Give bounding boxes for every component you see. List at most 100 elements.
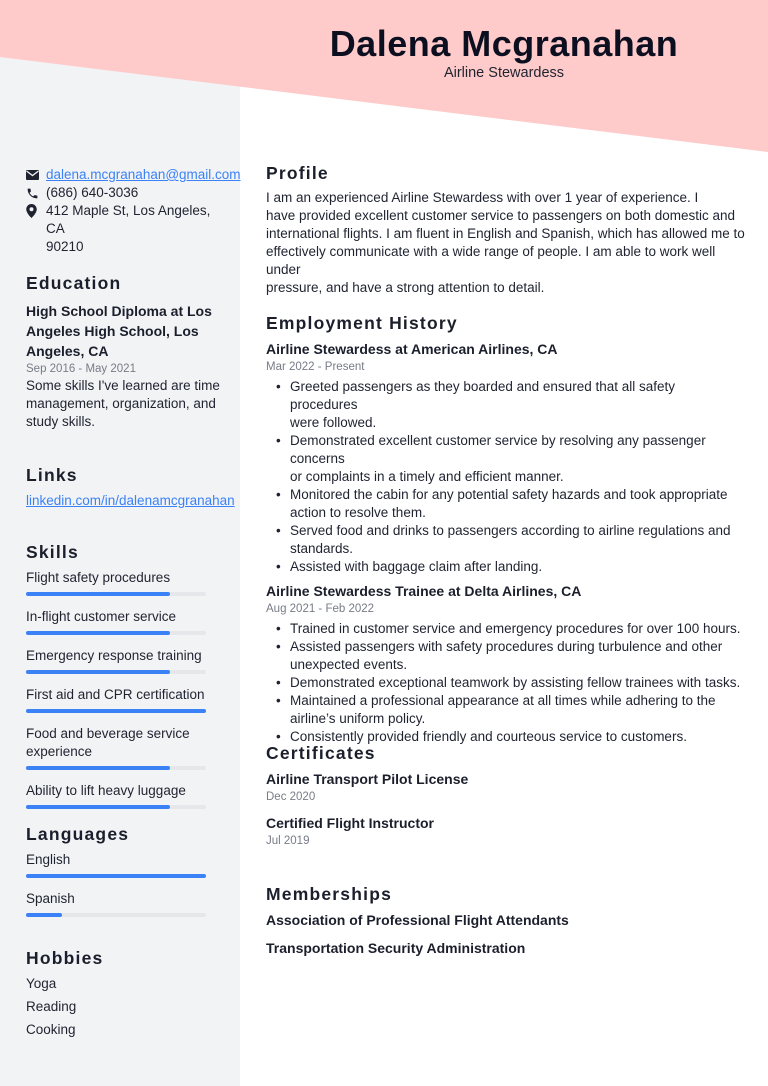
phone-number: (686) 640-3036 bbox=[46, 185, 139, 200]
profile-line: effectively communicate with a wide rang… bbox=[266, 244, 716, 277]
language-item: Spanish bbox=[26, 890, 232, 917]
job-bullet: Trained in customer service and emergenc… bbox=[266, 620, 746, 638]
skill-bar-fill bbox=[26, 805, 170, 809]
skill-label: First aid and CPR certification bbox=[26, 687, 205, 702]
skill-item: First aid and CPR certification bbox=[26, 686, 232, 713]
profile-summary: I am an experienced Airline Stewardess w… bbox=[266, 189, 746, 297]
profile-line: have provided excellent customer service… bbox=[266, 208, 736, 223]
hobby-item: Yoga bbox=[26, 976, 57, 991]
phone-icon bbox=[26, 184, 46, 202]
contact-phone: (686) 640-3036 bbox=[26, 184, 232, 202]
education-description: management, organization, and bbox=[26, 396, 216, 411]
skill-bar-fill bbox=[26, 631, 170, 635]
education-dates: Sep 2016 - May 2021 bbox=[26, 363, 136, 375]
hobbies-section: Hobbies Yoga Reading Cooking bbox=[26, 947, 232, 1041]
skill-label: In-flight customer service bbox=[26, 609, 177, 624]
language-bar-fill bbox=[26, 874, 206, 878]
hobbies-heading: Hobbies bbox=[26, 948, 104, 968]
skills-section: Skills Flight safety procedures In-fligh… bbox=[26, 541, 232, 821]
job-entry-dates: Aug 2021 - Feb 2022 bbox=[266, 603, 375, 615]
address-line-2: 90210 bbox=[46, 239, 84, 254]
education-section: Education High School Diploma at Los Ang… bbox=[26, 272, 232, 431]
skills-heading: Skills bbox=[26, 542, 79, 562]
profile-section: Profile I am an experienced Airline Stew… bbox=[266, 162, 746, 297]
certificate-title: Airline Transport Pilot License bbox=[266, 771, 469, 787]
job-bullet: Served food and drinks to passengers acc… bbox=[266, 522, 746, 558]
language-item: English bbox=[26, 851, 232, 878]
certificates-section: Certificates Airline Transport Pilot Lic… bbox=[266, 742, 746, 857]
profile-line: pressure, and have a strong attention to… bbox=[266, 280, 545, 295]
language-label: Spanish bbox=[26, 891, 75, 906]
education-description: study skills. bbox=[26, 414, 96, 429]
skill-label: Emergency response training bbox=[26, 648, 202, 663]
education-heading: Education bbox=[26, 273, 122, 293]
education-item: High School Diploma at Los Angeles High … bbox=[26, 301, 232, 431]
links-section: Links linkedin.com/in/dalenamcgranahan bbox=[26, 464, 235, 510]
map-pin-icon bbox=[26, 202, 46, 220]
contact-address: 412 Maple St, Los Angeles, CA 90210 bbox=[26, 202, 232, 256]
skill-bar-fill bbox=[26, 592, 170, 596]
job-entry-title: Airline Stewardess at American Airlines,… bbox=[266, 341, 558, 357]
email-link[interactable]: dalena.mcgranahan@gmail.com bbox=[46, 166, 241, 184]
language-label: English bbox=[26, 852, 71, 867]
certificates-heading: Certificates bbox=[266, 743, 376, 763]
language-bar-fill bbox=[26, 913, 62, 917]
certificate-item: Certified Flight Instructor Jul 2019 bbox=[266, 813, 746, 849]
skill-item: Emergency response training bbox=[26, 647, 232, 674]
skill-label: Food and beverage service experience bbox=[26, 726, 190, 759]
skill-item: In-flight customer service bbox=[26, 608, 232, 635]
job-bullets: Greeted passengers as they boarded and e… bbox=[266, 378, 746, 576]
certificate-date: Jul 2019 bbox=[266, 835, 310, 847]
languages-heading: Languages bbox=[26, 824, 130, 844]
education-title: Angeles High School, Los bbox=[26, 323, 199, 339]
contact-email: dalena.mcgranahan@gmail.com bbox=[26, 166, 241, 184]
membership-item: Transportation Security Administration bbox=[266, 940, 526, 956]
skill-bar-fill bbox=[26, 709, 206, 713]
skill-label: Flight safety procedures bbox=[26, 570, 171, 585]
candidate-name: Dalena Mcgranahan bbox=[329, 23, 679, 64]
job-bullet: Maintained a professional appearance at … bbox=[266, 692, 746, 728]
linkedin-link[interactable]: linkedin.com/in/dalenamcgranahan bbox=[26, 493, 235, 508]
envelope-icon bbox=[26, 166, 46, 184]
skill-bar bbox=[26, 805, 206, 809]
contact-section: dalena.mcgranahan@gmail.com (686) 640-30… bbox=[26, 166, 241, 256]
job-bullet: Demonstrated excellent customer service … bbox=[266, 432, 746, 486]
languages-section: Languages English Spanish bbox=[26, 823, 232, 929]
skill-item: Flight safety procedures bbox=[26, 569, 232, 596]
skill-bar-fill bbox=[26, 670, 170, 674]
certificate-title: Certified Flight Instructor bbox=[266, 815, 434, 831]
membership-item: Association of Professional Flight Atten… bbox=[266, 912, 569, 928]
skill-label: Ability to lift heavy luggage bbox=[26, 783, 186, 798]
skill-bar bbox=[26, 766, 206, 770]
skill-bar-fill bbox=[26, 766, 170, 770]
job-bullets: Trained in customer service and emergenc… bbox=[266, 620, 746, 746]
certificate-date: Dec 2020 bbox=[266, 791, 316, 803]
employment-section: Employment History Airline Stewardess at… bbox=[266, 312, 746, 746]
certificate-item: Airline Transport Pilot License Dec 2020 bbox=[266, 769, 746, 805]
job-bullet: Monitored the cabin for any potential sa… bbox=[266, 486, 746, 522]
job-bullet: Assisted passengers with safety procedur… bbox=[266, 638, 746, 674]
education-description: Some skills I've learned are time bbox=[26, 378, 220, 393]
job-bullet: Assisted with baggage claim after landin… bbox=[266, 558, 746, 576]
hobby-item: Reading bbox=[26, 999, 77, 1014]
job-entry-dates: Mar 2022 - Present bbox=[266, 361, 365, 373]
skill-bar bbox=[26, 592, 206, 596]
address-line-1: 412 Maple St, Los Angeles, CA bbox=[46, 203, 211, 236]
education-title: High School Diploma at Los bbox=[26, 303, 212, 319]
job-entry: Airline Stewardess Trainee at Delta Airl… bbox=[266, 581, 746, 746]
links-heading: Links bbox=[26, 465, 78, 485]
education-title: Angeles, CA bbox=[26, 343, 109, 359]
profile-heading: Profile bbox=[266, 163, 329, 183]
profile-line: I am an experienced Airline Stewardess w… bbox=[266, 190, 699, 205]
job-entry-title: Airline Stewardess Trainee at Delta Airl… bbox=[266, 583, 582, 599]
job-entry: Airline Stewardess at American Airlines,… bbox=[266, 339, 746, 576]
skill-bar bbox=[26, 709, 206, 713]
profile-line: international flights. I am fluent in En… bbox=[266, 226, 745, 241]
memberships-heading: Memberships bbox=[266, 884, 393, 904]
skill-item: Food and beverage service experience bbox=[26, 725, 232, 770]
skill-item: Ability to lift heavy luggage bbox=[26, 782, 232, 809]
employment-heading: Employment History bbox=[266, 313, 458, 333]
skill-bar bbox=[26, 631, 206, 635]
language-bar bbox=[26, 874, 206, 878]
job-bullet: Demonstrated exceptional teamwork by ass… bbox=[266, 674, 746, 692]
